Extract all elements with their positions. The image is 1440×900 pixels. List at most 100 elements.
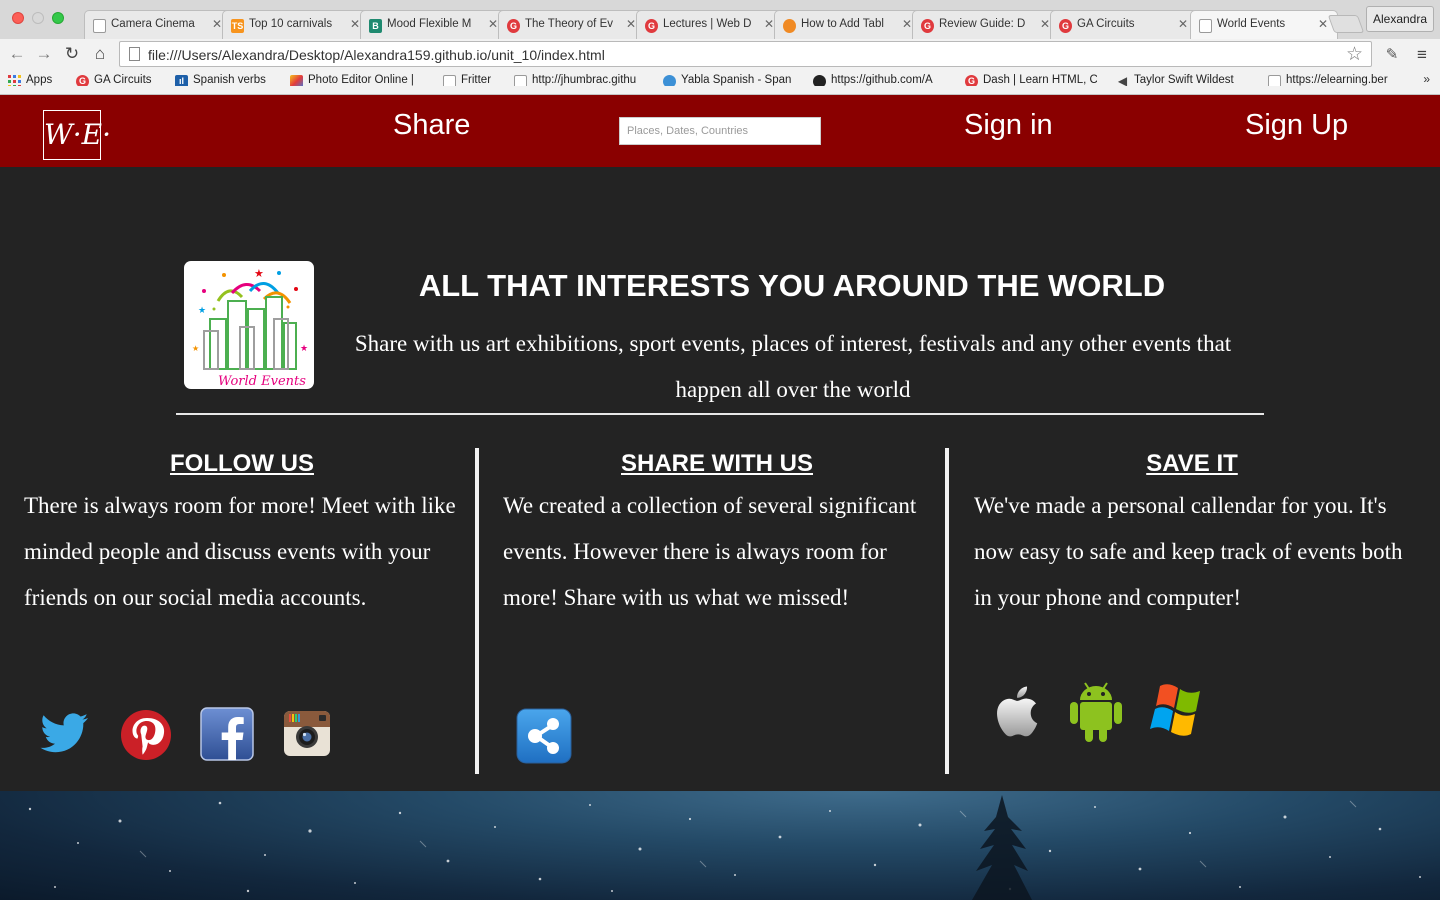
- svg-text:★: ★: [192, 344, 199, 353]
- tab-label: How to Add Tabl: [801, 18, 884, 30]
- forward-icon[interactable]: →: [34, 44, 54, 64]
- bookmark-item[interactable]: Fritter: [443, 74, 491, 86]
- browser-chrome: Camera Cinema ✕ TS Top 10 carnivals ✕ B …: [0, 0, 1440, 95]
- nav-signin-link[interactable]: Sign in: [964, 109, 1053, 142]
- browser-tab[interactable]: G Lectures | Web D ✕: [636, 10, 784, 39]
- bookmark-star-icon[interactable]: ☆: [1346, 43, 1363, 66]
- pinterest-icon[interactable]: [120, 709, 172, 761]
- bookmarks-overflow-button[interactable]: »: [1423, 72, 1430, 86]
- close-tab-icon[interactable]: ✕: [488, 17, 498, 31]
- svg-text:★: ★: [300, 344, 308, 354]
- menu-icon[interactable]: ≡: [1412, 45, 1432, 65]
- bookmark-label: Dash | Learn HTML, C: [983, 74, 1097, 86]
- bookmark-label: https://github.com/A: [831, 74, 933, 86]
- bookmark-item[interactable]: G GA Circuits: [76, 74, 152, 86]
- share-with-us-heading: SHARE WITH US: [621, 450, 813, 477]
- back-icon[interactable]: ←: [7, 44, 27, 64]
- browser-tab[interactable]: G The Theory of Ev ✕: [498, 10, 646, 39]
- bookmark-item[interactable]: ıl Spanish verbs: [175, 74, 266, 86]
- apple-icon[interactable]: [988, 680, 1040, 742]
- bookmark-item[interactable]: Yabla Spanish - Span: [663, 74, 794, 86]
- save-it-text: We've made a personal callendar for you.…: [974, 493, 1403, 610]
- bookmark-item[interactable]: http://jhumbrac.githu: [514, 74, 644, 86]
- ga-icon: G: [645, 19, 658, 33]
- logo-caption: World Events: [218, 374, 306, 389]
- windows-icon[interactable]: [1146, 682, 1210, 740]
- instagram-icon[interactable]: [283, 710, 333, 758]
- bookmark-item[interactable]: https://elearning.ber: [1268, 74, 1400, 86]
- home-icon[interactable]: ⌂: [90, 44, 110, 64]
- column-divider: [475, 448, 479, 774]
- browser-tab[interactable]: G Review Guide: D ✕: [912, 10, 1060, 39]
- tab-label: Lectures | Web D: [663, 18, 752, 30]
- page-icon: [93, 19, 106, 33]
- close-tab-icon[interactable]: ✕: [1040, 17, 1050, 31]
- facebook-icon[interactable]: [200, 707, 254, 761]
- browser-tab[interactable]: G GA Circuits ✕: [1050, 10, 1198, 39]
- close-tab-icon[interactable]: ✕: [1318, 17, 1328, 31]
- bookmark-apps[interactable]: Apps: [8, 74, 52, 86]
- address-bar[interactable]: file:///Users/Alexandra/Desktop/Alexandr…: [119, 41, 1372, 67]
- search-input[interactable]: [619, 117, 821, 145]
- tab-label: World Events: [1217, 18, 1286, 30]
- hero-description: Share with us art exhibitions, sport eve…: [354, 331, 1232, 402]
- tab-label: The Theory of Ev: [525, 18, 613, 30]
- b-icon: B: [369, 19, 382, 33]
- close-tab-icon[interactable]: ✕: [902, 17, 912, 31]
- browser-tab[interactable]: TS Top 10 carnivals ✕: [222, 10, 370, 39]
- bookmark-label: Yabla Spanish - Span: [681, 74, 792, 86]
- profile-button[interactable]: Alexandra: [1366, 6, 1434, 32]
- maximize-window-button[interactable]: [52, 12, 64, 24]
- browser-tab[interactable]: B Mood Flexible M ✕: [360, 10, 508, 39]
- close-tab-icon[interactable]: ✕: [626, 17, 636, 31]
- speaker-icon: ◀: [1117, 74, 1128, 87]
- android-icon[interactable]: [1068, 678, 1124, 744]
- site-logo[interactable]: W·E·: [43, 110, 111, 160]
- browser-tab[interactable]: Camera Cinema ✕: [84, 10, 232, 39]
- tab-label: GA Circuits: [1077, 18, 1135, 30]
- hero-title: ALL THAT INTERESTS YOU AROUND THE WORLD: [418, 268, 1166, 303]
- page-icon: [514, 75, 527, 86]
- bookmark-label: https://elearning.ber: [1286, 74, 1388, 86]
- bookmarks-bar: Apps G GA Circuits ıl Spanish verbs Photo …: [0, 69, 1440, 95]
- close-tab-icon[interactable]: ✕: [350, 17, 360, 31]
- share-icon[interactable]: [516, 708, 572, 764]
- browser-tab[interactable]: How to Add Tabl ✕: [774, 10, 922, 39]
- eyedropper-extension-icon[interactable]: ✎: [1382, 45, 1402, 65]
- close-tab-icon[interactable]: ✕: [764, 17, 774, 31]
- world-events-logo: ★ ★ ★ ★ World Events: [184, 261, 314, 389]
- city-skyline-icon: ★ ★ ★ ★ World Events: [192, 267, 308, 389]
- reload-icon[interactable]: ↻: [62, 44, 82, 64]
- save-it-heading: SAVE IT: [1146, 450, 1238, 477]
- nav-signup-link[interactable]: Sign Up: [1245, 109, 1348, 142]
- bookmark-label: Spanish verbs: [193, 74, 266, 86]
- photo-editor-icon: [290, 75, 303, 86]
- ga-icon: G: [965, 75, 978, 86]
- bookmark-item[interactable]: Photo Editor Online |: [290, 74, 426, 86]
- follow-us-heading: FOLLOW US: [170, 450, 314, 477]
- rss-icon: [783, 19, 796, 33]
- svg-text:★: ★: [254, 267, 264, 280]
- bookmark-item[interactable]: ◀ Taylor Swift Wildest: [1116, 74, 1250, 86]
- share-with-us-text: We created a collection of several signi…: [503, 493, 917, 610]
- page-icon: [1268, 75, 1281, 86]
- ts-icon: TS: [231, 19, 244, 33]
- browser-tab-active[interactable]: World Events ✕: [1190, 10, 1338, 39]
- close-tab-icon[interactable]: ✕: [212, 17, 222, 31]
- tab-bar: Camera Cinema ✕ TS Top 10 carnivals ✕ B …: [0, 0, 1440, 39]
- new-tab-button[interactable]: [1327, 15, 1365, 33]
- spanish-verbs-icon: ıl: [175, 75, 188, 86]
- close-window-button[interactable]: [12, 12, 24, 24]
- ga-icon: G: [507, 19, 520, 33]
- tab-label: Review Guide: D: [939, 18, 1026, 30]
- bookmark-item[interactable]: G Dash | Learn HTML, C: [965, 74, 1097, 86]
- nav-share-link[interactable]: Share: [393, 109, 470, 142]
- page-icon: [129, 47, 140, 61]
- twitter-icon[interactable]: [40, 712, 90, 756]
- github-icon: [813, 75, 826, 86]
- url-text[interactable]: file:///Users/Alexandra/Desktop/Alexandr…: [148, 47, 605, 63]
- minimize-window-button[interactable]: [32, 12, 44, 24]
- yabla-icon: [663, 75, 676, 86]
- close-tab-icon[interactable]: ✕: [1178, 17, 1188, 31]
- bookmark-item[interactable]: https://github.com/A: [813, 74, 944, 86]
